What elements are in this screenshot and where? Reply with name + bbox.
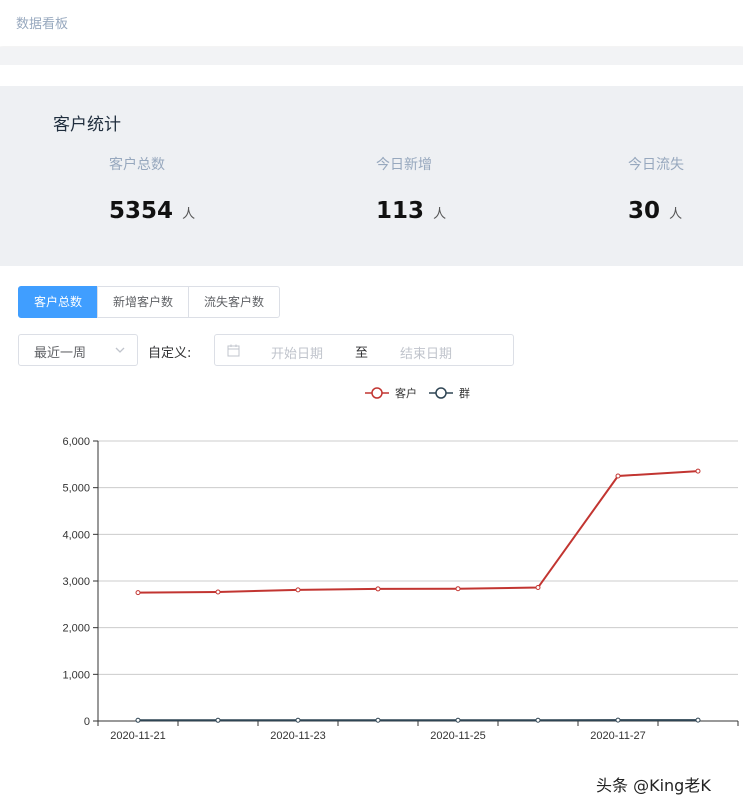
data-point: [215, 717, 221, 723]
date-range-picker[interactable]: 开始日期 至 结束日期: [214, 334, 514, 366]
y-tick-label: 1,000: [62, 669, 90, 681]
stat-unit: 人: [182, 207, 196, 222]
metric-tabs: 客户总数 新增客户数 流失客户数: [18, 286, 281, 318]
breadcrumb[interactable]: 数据看板: [16, 13, 68, 32]
legend-marker: [371, 387, 383, 399]
period-select-value: 最近一周: [34, 346, 87, 361]
data-point: [615, 717, 621, 723]
y-tick-label: 2,000: [62, 623, 90, 635]
data-point: [135, 717, 141, 723]
stat-label: 客户总数: [109, 157, 165, 173]
tab-lost-customers[interactable]: 流失客户数: [188, 286, 281, 318]
start-date-input[interactable]: 开始日期: [271, 343, 323, 362]
stat-new-today: 今日新增 113 人: [376, 154, 446, 224]
stat-label: 今日流失: [628, 157, 684, 173]
y-tick-label: 5,000: [62, 483, 90, 495]
calendar-icon: [227, 344, 240, 357]
data-point: [615, 473, 621, 479]
y-tick-label: 4,000: [62, 529, 90, 541]
watermark: 头条 @King老K: [596, 776, 711, 795]
data-point: [135, 590, 141, 596]
data-point: [295, 717, 301, 723]
stats-title: 客户统计: [53, 115, 121, 135]
stat-value: 5354: [109, 198, 174, 224]
data-point: [215, 589, 221, 595]
stat-unit: 人: [669, 207, 683, 222]
data-point: [375, 586, 381, 592]
tab-new-customers[interactable]: 新增客户数: [97, 286, 190, 318]
data-point: [375, 717, 381, 723]
stat-label: 今日新增: [376, 157, 432, 173]
tab-total-customers[interactable]: 客户总数: [18, 286, 99, 318]
section-gap: [0, 47, 743, 65]
stat-value: 30: [628, 198, 661, 224]
legend-label: 群: [459, 386, 470, 400]
data-point: [295, 587, 301, 593]
legend-label: 客户: [395, 386, 417, 400]
x-tick-label: 2020-11-27: [590, 730, 645, 742]
x-tick-label: 2020-11-23: [270, 730, 325, 742]
series-line-0: [137, 470, 699, 594]
y-tick-label: 0: [84, 716, 90, 728]
legend-marker: [435, 387, 447, 399]
customer-stats-panel: 客户统计 客户总数 5354 人 今日新增 113 人 今日流失 30 人: [0, 86, 743, 266]
range-separator: 至: [355, 346, 369, 361]
x-tick-label: 2020-11-25: [430, 730, 485, 742]
data-point: [695, 468, 701, 474]
stat-value: 113: [376, 198, 425, 224]
stat-lost-today: 今日流失 30 人: [628, 154, 684, 224]
x-tick-label: 2020-11-21: [110, 730, 165, 742]
period-select[interactable]: 最近一周: [18, 334, 138, 366]
chevron-down-icon: [115, 347, 125, 353]
end-date-input[interactable]: 结束日期: [400, 343, 452, 362]
data-point: [535, 585, 541, 591]
stat-unit: 人: [433, 207, 447, 222]
customer-trend-chart: 0 1,000 2,000 3,000 4,000 5,000 6,000 2020-11-2…: [62, 386, 739, 742]
stat-total-customers: 客户总数 5354 人: [109, 154, 195, 224]
data-point: [695, 717, 701, 723]
data-point: [455, 717, 461, 723]
data-point: [535, 717, 541, 723]
custom-range-label: 自定义:: [148, 346, 192, 361]
y-tick-label: 3,000: [62, 576, 90, 588]
data-point: [455, 586, 461, 592]
top-bar: 数据看板: [0, 0, 743, 46]
y-tick-label: 6,000: [62, 436, 90, 448]
